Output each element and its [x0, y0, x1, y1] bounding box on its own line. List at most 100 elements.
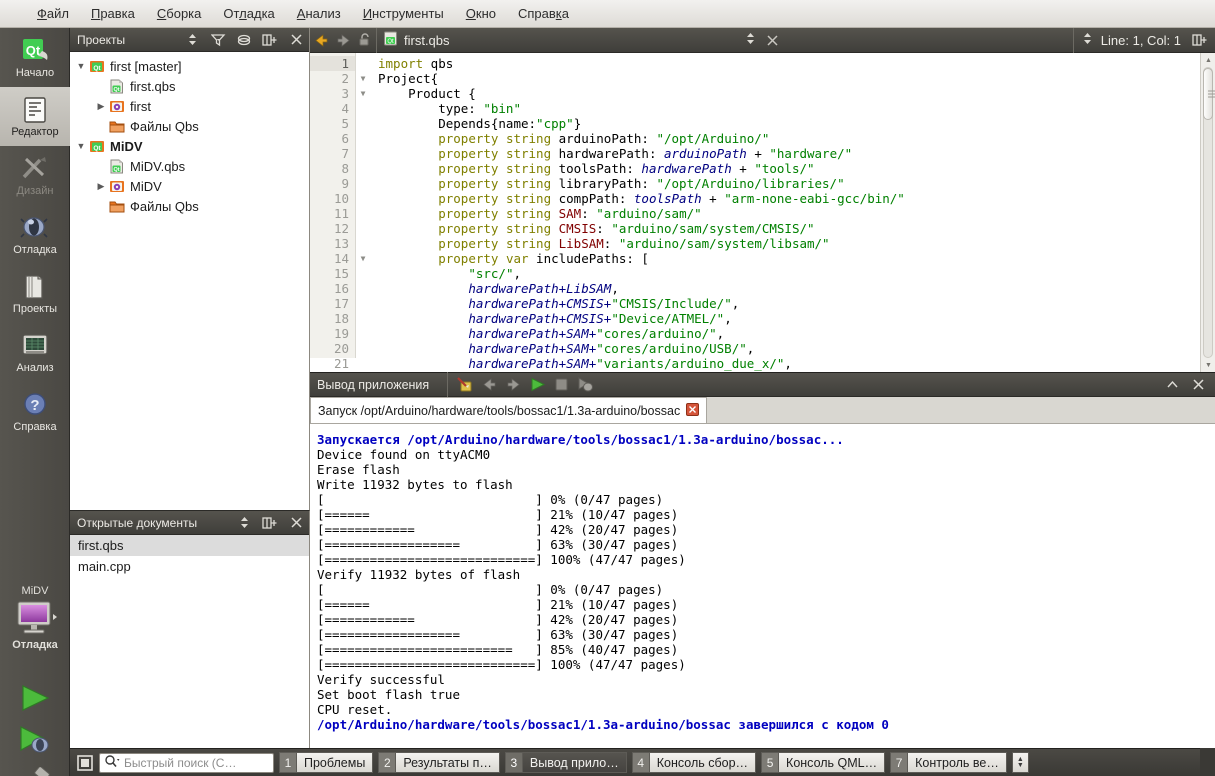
tree-node[interactable]: Файлы Qbs	[70, 196, 309, 216]
output-panel-button-1[interactable]: 1Проблемы	[279, 752, 373, 773]
menu-item-3[interactable]: Отладка	[212, 3, 285, 24]
line-number: 3	[310, 86, 355, 101]
kit-selector[interactable]: MiDV Отладка	[0, 583, 70, 653]
project-tree[interactable]: ▼Qtfirst [master]Qtfirst.qbs▶firstФайлы …	[70, 52, 309, 216]
fold-placeholder	[356, 311, 370, 326]
fold-toggle-icon[interactable]: ▼	[356, 251, 370, 266]
back-arrow-icon[interactable]	[310, 28, 332, 53]
magnifier-icon[interactable]	[104, 754, 121, 771]
output-panel-button-4[interactable]: 4Консоль сбор…	[632, 752, 756, 773]
output-line: [================== ] 63% (30/47 pages)	[317, 537, 1215, 552]
menu-item-6[interactable]: Окно	[455, 3, 507, 24]
edit-pencil-icon[interactable]	[454, 372, 476, 397]
svg-text:Qt: Qt	[113, 87, 119, 93]
fold-margin[interactable]: ▼▼▼	[356, 53, 370, 358]
output-panel-button-5[interactable]: 5Консоль QML…	[761, 752, 885, 773]
code-text[interactable]: import qbsProject{ Product { type: "bin"…	[370, 53, 1215, 358]
code-line: hardwarePath+SAM+"cores/arduino/USB/",	[378, 341, 1215, 356]
output-line: /opt/Arduino/hardware/tools/bossac1/1.3a…	[317, 717, 1215, 732]
output-panel-button-2[interactable]: 2Результаты п…	[378, 752, 500, 773]
unlock-icon[interactable]	[354, 28, 376, 53]
tree-node[interactable]: ▼Qtfirst [master]	[70, 56, 309, 76]
collapse-arrow-icon[interactable]: ▼	[74, 61, 88, 71]
open-document-item[interactable]: main.cpp	[70, 556, 309, 577]
collapse-arrow-icon[interactable]: ▼	[74, 141, 88, 151]
output-panel-button-3[interactable]: 3Вывод прило…	[505, 752, 627, 773]
run-button[interactable]	[15, 683, 55, 716]
code-line: property string hardwarePath: arduinoPat…	[378, 146, 1215, 161]
fold-placeholder	[356, 101, 370, 116]
stop-square-icon[interactable]	[550, 372, 572, 397]
mode-отладка[interactable]: Отладка	[0, 205, 70, 264]
output-line: CPU reset.	[317, 702, 1215, 717]
line-number: 2	[310, 71, 355, 86]
tree-node[interactable]: QtMiDV.qbs	[70, 156, 309, 176]
menu-item-5[interactable]: Инструменты	[352, 3, 455, 24]
next-arrow-icon[interactable]	[502, 372, 524, 397]
open-documents-view-chooser[interactable]	[231, 511, 257, 535]
split-icon[interactable]	[1189, 28, 1211, 53]
close-icon[interactable]	[283, 511, 309, 535]
build-button[interactable]	[15, 767, 55, 776]
mode-selector-sidebar: QtНачалоРедакторДизайнОтладкаПроектыАнал…	[0, 28, 70, 776]
scroll-down-icon[interactable]: ▼	[1201, 358, 1215, 372]
output-line: Запускается /opt/Arduino/hardware/tools/…	[317, 432, 1215, 447]
tree-node[interactable]: ▼QtMiDV	[70, 136, 309, 156]
panel-spinner[interactable]: ▲▼	[1012, 752, 1029, 773]
menu-item-1[interactable]: Правка	[80, 3, 146, 24]
search-input[interactable]	[124, 756, 269, 770]
expand-arrow-icon[interactable]: ▶	[94, 181, 108, 192]
split-icon[interactable]	[257, 28, 283, 52]
sidebar-toggle-icon[interactable]	[76, 755, 94, 771]
expand-arrow-icon[interactable]: ▶	[94, 101, 108, 112]
tab-close-icon[interactable]	[686, 403, 699, 419]
search-box[interactable]	[99, 753, 274, 773]
output-panel-button-7[interactable]: 7Контроль ве…	[890, 752, 1007, 773]
resize-corner[interactable]	[1200, 748, 1215, 776]
cursor-position-indicator[interactable]: Line: 1, Col: 1	[1073, 28, 1189, 53]
mode-начало[interactable]: QtНачало	[0, 28, 70, 87]
close-icon[interactable]	[1185, 373, 1211, 397]
mode-проекты[interactable]: Проекты	[0, 264, 70, 323]
debug-icon[interactable]	[574, 372, 596, 397]
tree-node[interactable]: ▶first	[70, 96, 309, 116]
line-number: 4	[310, 101, 355, 116]
prev-arrow-icon[interactable]	[478, 372, 500, 397]
menu-item-4[interactable]: Анализ	[286, 3, 352, 24]
editor-vertical-scrollbar[interactable]: ▲ ▼	[1200, 53, 1215, 372]
menu-item-2[interactable]: Сборка	[146, 3, 213, 24]
tree-node[interactable]: ▶MiDV	[70, 176, 309, 196]
mode-справка[interactable]: ?Справка	[0, 382, 70, 441]
editor-scroll-thumb[interactable]	[1203, 68, 1213, 120]
code-editor[interactable]: 123456789101112131415161718192021 ▼▼▼ im…	[310, 53, 1215, 372]
open-file-combo[interactable]: Qt first.qbs	[376, 28, 762, 53]
debug-button[interactable]	[15, 725, 55, 758]
run-play-icon[interactable]	[526, 372, 548, 397]
line-number: 16	[310, 281, 355, 296]
fold-toggle-icon[interactable]: ▼	[356, 71, 370, 86]
tree-node[interactable]: Qtfirst.qbs	[70, 76, 309, 96]
scroll-up-icon[interactable]: ▲	[1201, 53, 1215, 67]
fold-toggle-icon[interactable]: ▼	[356, 86, 370, 101]
menu-item-7[interactable]: Справка	[507, 3, 580, 24]
output-tab[interactable]: Запуск /opt/Arduino/hardware/tools/bossa…	[310, 397, 707, 423]
output-text[interactable]: Запускается /opt/Arduino/hardware/tools/…	[310, 424, 1215, 748]
combo-chevrons-icon[interactable]	[745, 32, 762, 48]
panel-button-label: Контроль ве…	[907, 752, 1007, 773]
mode-анализ[interactable]: Анализ	[0, 323, 70, 382]
split-icon[interactable]	[257, 511, 283, 535]
close-icon[interactable]	[283, 28, 309, 52]
line-number-gutter: 123456789101112131415161718192021	[310, 53, 356, 358]
mode-редактор[interactable]: Редактор	[0, 87, 70, 146]
filter-icon[interactable]	[205, 28, 231, 52]
chevron-up-icon[interactable]	[1159, 373, 1185, 397]
forward-arrow-icon[interactable]	[332, 28, 354, 53]
menu-item-0[interactable]: Файл	[26, 3, 80, 24]
open-document-item[interactable]: first.qbs	[70, 535, 309, 556]
sync-icon[interactable]	[231, 28, 257, 52]
projects-view-chooser[interactable]	[179, 28, 205, 52]
fold-placeholder	[356, 221, 370, 236]
editor-close-icon[interactable]	[762, 28, 784, 53]
tree-node[interactable]: Файлы Qbs	[70, 116, 309, 136]
line-number: 18	[310, 311, 355, 326]
